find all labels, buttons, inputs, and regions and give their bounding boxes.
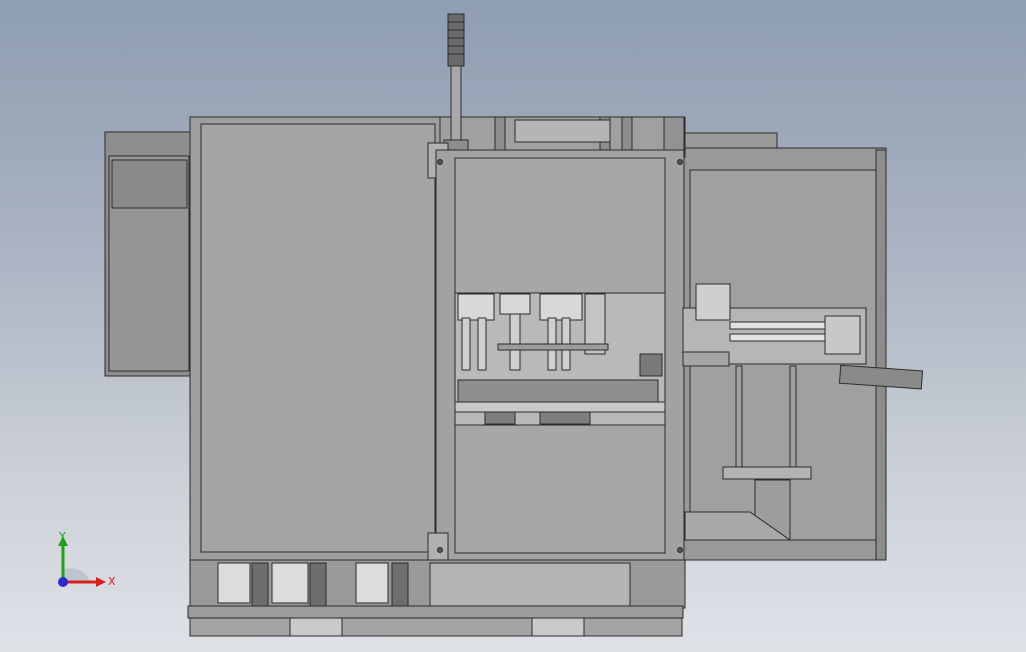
central-mechanism — [454, 292, 666, 426]
cad-viewport[interactable]: Y X — [0, 0, 1026, 652]
left-control-box — [104, 131, 193, 377]
y-axis-label: Y — [58, 530, 66, 543]
left-door-panel — [189, 116, 441, 561]
coordinate-triad: Y X — [58, 530, 116, 588]
x-axis-label: X — [108, 575, 116, 588]
machine-model-drawing[interactable] — [0, 0, 1026, 652]
machine-base — [187, 559, 686, 637]
